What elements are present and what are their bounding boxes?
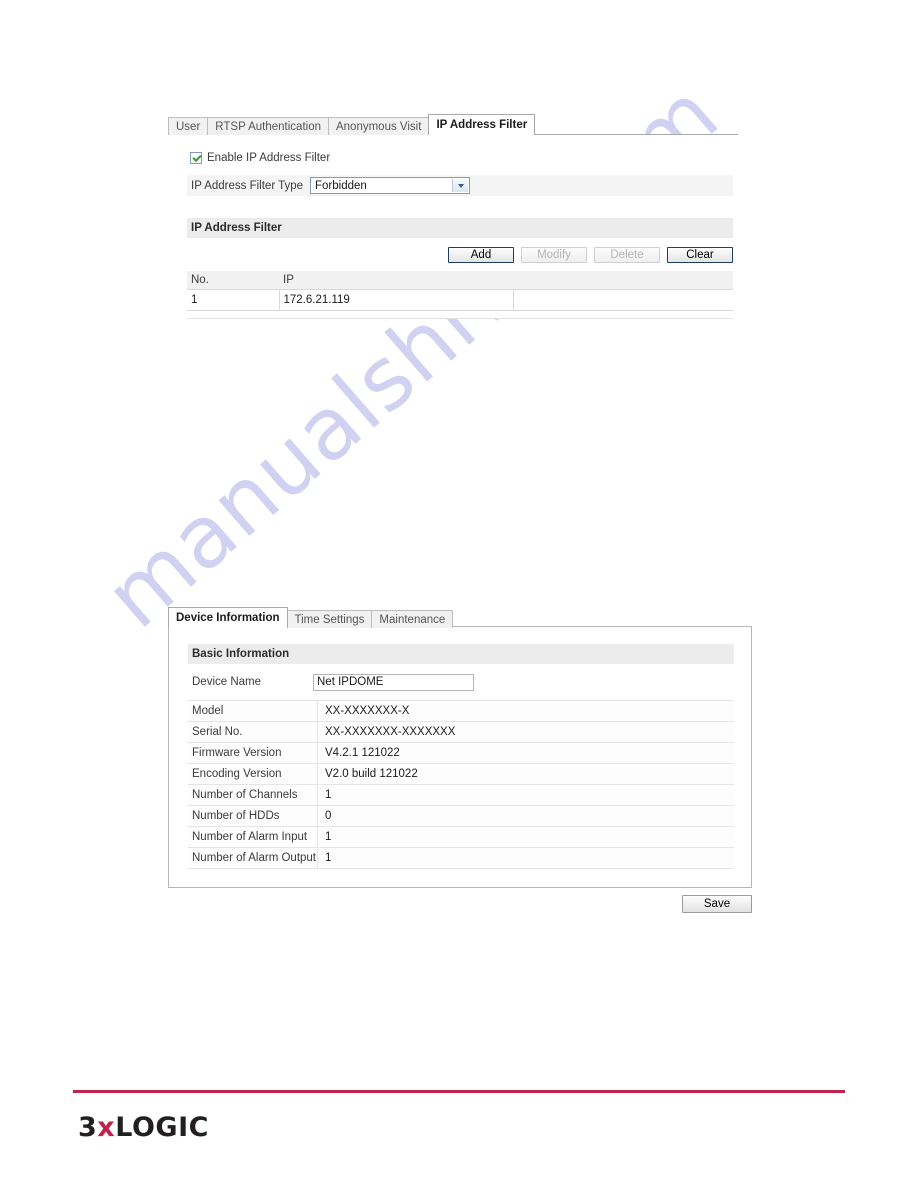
row-label-serial-no: Serial No. xyxy=(188,721,318,743)
modify-button: Modify xyxy=(521,247,587,263)
column-header-ip: IP xyxy=(279,271,513,290)
row-value-number-of-channels: 1 xyxy=(317,784,734,806)
logo-suffix: LOGIC xyxy=(115,1112,209,1143)
clear-button[interactable]: Clear xyxy=(667,247,733,263)
basic-information-section-title: Basic Information xyxy=(188,644,734,664)
enable-ip-address-filter-checkbox[interactable] xyxy=(190,152,202,164)
device-info-tabstrip: Device Information Time Settings Mainten… xyxy=(168,606,752,628)
device-information-panel: Device Information Time Settings Mainten… xyxy=(168,606,752,888)
tab-anonymous-visit[interactable]: Anonymous Visit xyxy=(327,117,430,135)
table-row: Number of Alarm Output 1 xyxy=(188,847,734,869)
ip-address-filter-section-title: IP Address Filter xyxy=(187,218,733,238)
device-name-row: Device Name Net IPDOME xyxy=(188,668,734,696)
save-button[interactable]: Save xyxy=(682,895,752,913)
row-value-number-of-alarm-input: 1 xyxy=(317,826,734,848)
row-value-number-of-hdds: 0 xyxy=(317,805,734,827)
table-row: Serial No. XX-XXXXXXX-XXXXXXX xyxy=(188,721,734,743)
chevron-down-icon[interactable] xyxy=(452,179,468,192)
ip-filter-table-footer-strip xyxy=(187,311,733,319)
delete-button: Delete xyxy=(594,247,660,263)
ip-address-filter-type-label: IP Address Filter Type xyxy=(191,179,304,192)
row-value-firmware-version: V4.2.1 121022 xyxy=(317,742,734,764)
page-content: User RTSP Authentication Anonymous Visit… xyxy=(0,0,918,1188)
enable-ip-address-filter-row[interactable]: Enable IP Address Filter xyxy=(190,149,738,167)
table-row[interactable]: 1 172.6.21.119 xyxy=(187,289,733,311)
row-label-number-of-alarm-output: Number of Alarm Output xyxy=(188,847,318,869)
table-row: Model XX-XXXXXXX-X xyxy=(188,700,734,722)
row-label-model: Model xyxy=(188,700,318,722)
row-value-number-of-alarm-output: 1 xyxy=(317,847,734,869)
ip-address-filter-type-row: IP Address Filter Type Forbidden xyxy=(187,175,733,196)
device-info-panel-body: Basic Information Device Name Net IPDOME… xyxy=(168,626,752,888)
ip-address-filter-type-select[interactable]: Forbidden xyxy=(310,177,470,194)
tab-rtsp-authentication[interactable]: RTSP Authentication xyxy=(207,117,329,135)
enable-ip-address-filter-label: Enable IP Address Filter xyxy=(207,152,331,164)
logo-accent: x xyxy=(97,1112,116,1143)
ip-filter-button-bar: Add Modify Delete Clear xyxy=(187,247,733,263)
row-label-firmware-version: Firmware Version xyxy=(188,742,318,764)
ip-filter-table: No. IP 1 172.6.21.119 xyxy=(187,271,733,311)
row-value-model: XX-XXXXXXX-X xyxy=(317,700,734,722)
tab-ip-address-filter[interactable]: IP Address Filter xyxy=(428,114,536,135)
table-row: Number of HDDs 0 xyxy=(188,805,734,827)
row-label-number-of-channels: Number of Channels xyxy=(188,784,318,806)
brand-logo: 3xLOGIC xyxy=(78,1114,209,1141)
ip-address-filter-type-value: Forbidden xyxy=(315,179,367,192)
tab-maintenance[interactable]: Maintenance xyxy=(371,610,454,628)
table-header-row: No. IP xyxy=(187,271,733,290)
row-label-number-of-alarm-input: Number of Alarm Input xyxy=(188,826,318,848)
add-button[interactable]: Add xyxy=(448,247,514,263)
logo-prefix: 3 xyxy=(78,1112,98,1143)
row-label-encoding-version: Encoding Version xyxy=(188,763,318,785)
ip-filter-tabstrip: User RTSP Authentication Anonymous Visit… xyxy=(168,113,738,135)
table-row: Encoding Version V2.0 build 121022 xyxy=(188,763,734,785)
tab-time-settings[interactable]: Time Settings xyxy=(286,610,373,628)
tab-device-information[interactable]: Device Information xyxy=(168,607,288,628)
device-name-input[interactable]: Net IPDOME xyxy=(313,673,474,691)
save-button-row: Save xyxy=(168,895,752,913)
row-value-serial-no: XX-XXXXXXX-XXXXXXX xyxy=(317,721,734,743)
row-label-number-of-hdds: Number of HDDs xyxy=(188,805,318,827)
row-value-encoding-version: V2.0 build 121022 xyxy=(317,763,734,785)
table-row: Number of Alarm Input 1 xyxy=(188,826,734,848)
table-row: Firmware Version V4.2.1 121022 xyxy=(188,742,734,764)
cell-no: 1 xyxy=(187,289,280,311)
column-header-no: No. xyxy=(187,271,279,290)
ip-address-filter-panel: User RTSP Authentication Anonymous Visit… xyxy=(168,113,738,319)
device-name-label: Device Name xyxy=(192,676,262,688)
ip-filter-panel-body: Enable IP Address Filter IP Address Filt… xyxy=(168,135,738,319)
basic-information-table: Model XX-XXXXXXX-X Serial No. XX-XXXXXXX… xyxy=(188,700,734,869)
cell-ip: 172.6.21.119 xyxy=(279,289,514,311)
tab-user[interactable]: User xyxy=(168,117,209,135)
column-header-extra xyxy=(513,271,733,290)
cell-extra xyxy=(513,289,733,311)
table-row: Number of Channels 1 xyxy=(188,784,734,806)
footer-divider xyxy=(73,1090,845,1093)
